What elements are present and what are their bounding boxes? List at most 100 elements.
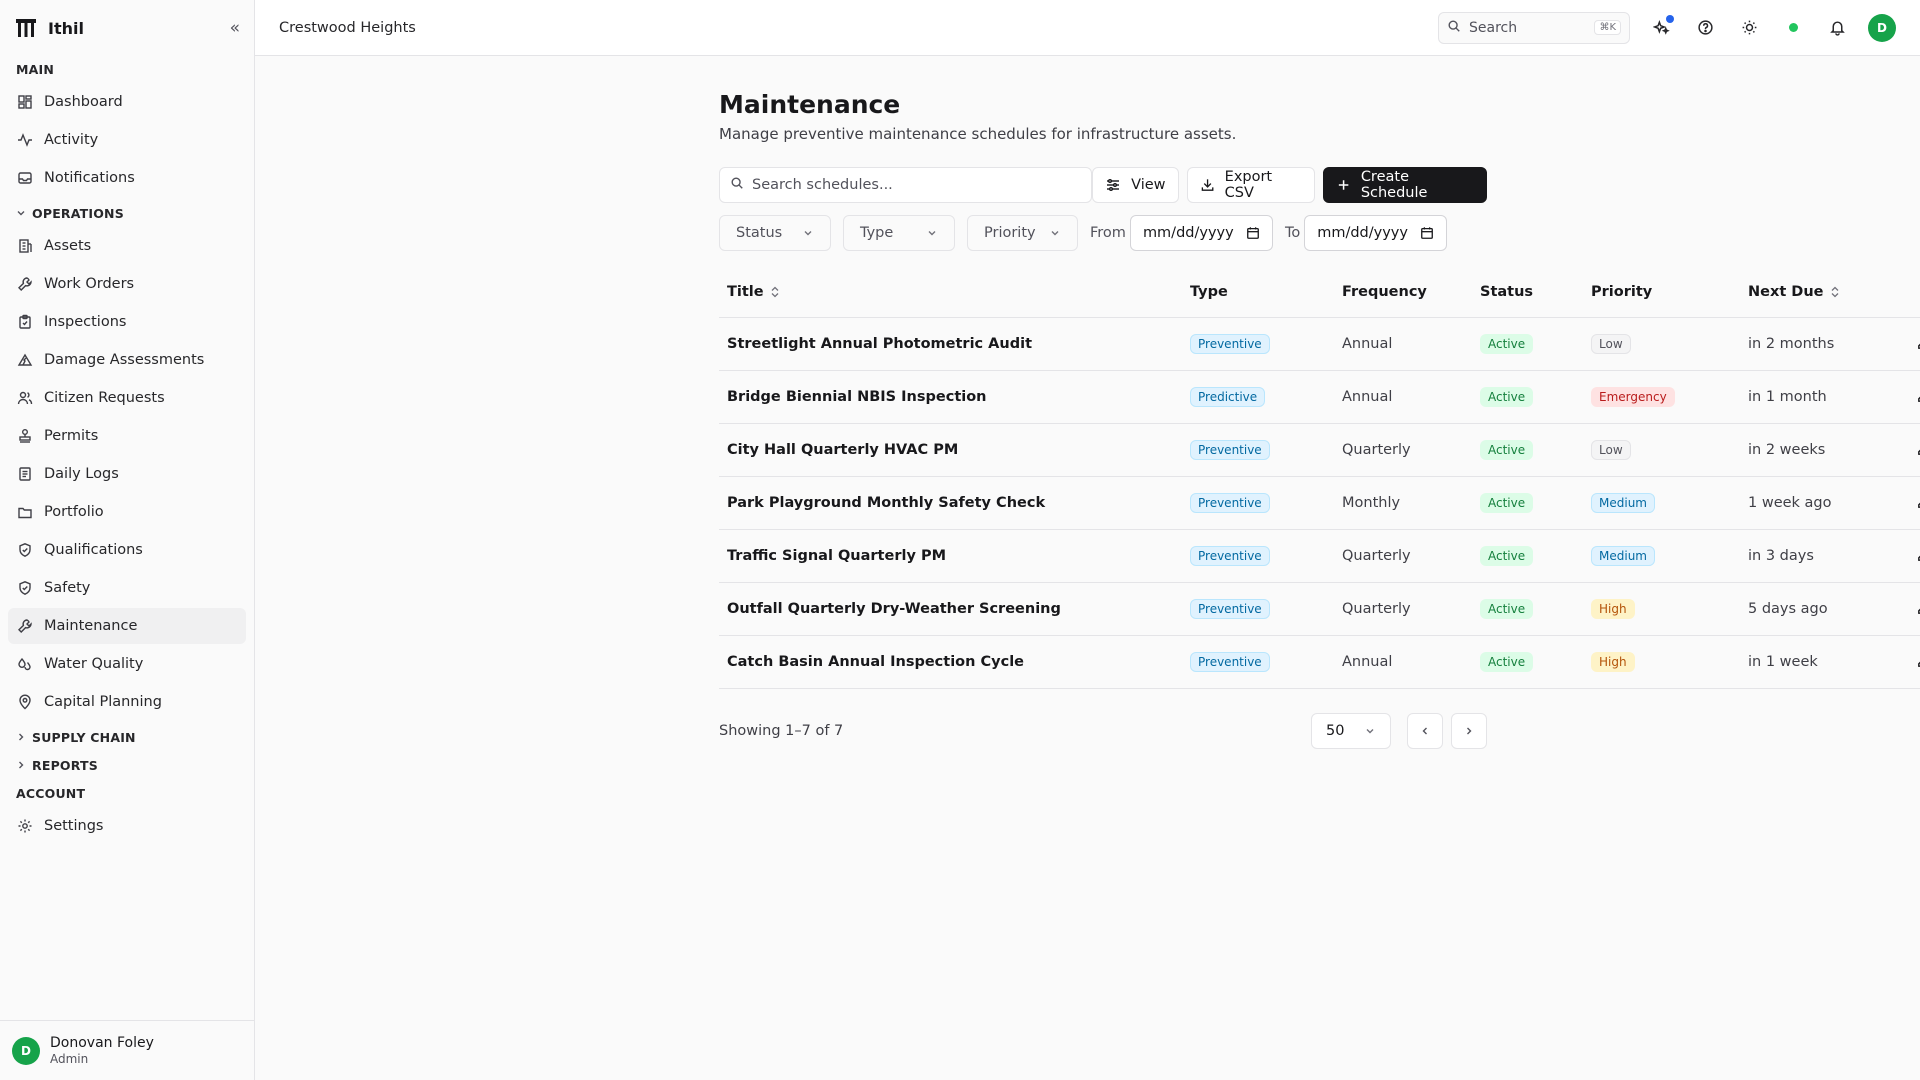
type-badge: Preventive [1190,651,1270,672]
table-row[interactable]: Park Playground Monthly Safety Check Pre… [719,476,1920,530]
sidebar-item-notifications[interactable]: Notifications [8,160,246,196]
sidebar-item-label: Work Orders [44,276,135,292]
row-frequency: Annual [1334,317,1472,371]
section-supply-chain-toggle[interactable]: SUPPLY CHAIN [8,724,246,750]
priority-filter[interactable]: Priority [967,215,1078,251]
main-area: Crestwood Heights Search ⌘K D Maintenanc… [255,0,1920,1080]
row-frequency: Monthly [1334,476,1472,530]
table-row[interactable]: Catch Basin Annual Inspection Cycle Prev… [719,635,1920,689]
sidebar-item-label: Assets [44,238,92,254]
sidebar-item-work-orders[interactable]: Work Orders [8,266,246,302]
table-row[interactable]: Streetlight Annual Photometric Audit Pre… [719,317,1920,371]
global-search[interactable]: Search ⌘K [1438,11,1630,44]
sidebar-item-label: Inspections [44,314,127,330]
chevron-down-icon [926,227,938,239]
table-row[interactable]: Outfall Quarterly Dry-Weather Screening … [719,582,1920,636]
row-title[interactable]: Bridge Biennial NBIS Inspection [719,370,1182,424]
bell-icon[interactable] [1824,15,1850,41]
row-title[interactable]: Traffic Signal Quarterly PM [719,529,1182,583]
sidebar-item-inspections[interactable]: Inspections [8,304,246,340]
status-badge: Active [1480,651,1534,672]
showing-count: Showing 1–7 of 7 [719,722,844,739]
view-button[interactable]: View [1092,167,1179,203]
row-next-due: in 2 weeks [1740,423,1895,477]
section-operations-toggle[interactable]: OPERATIONS [8,200,246,226]
section-operations-label: OPERATIONS [32,205,124,221]
edit-pencil-icon[interactable] [1911,597,1920,621]
status-filter-label: Status [736,225,783,241]
sidebar-item-maintenance[interactable]: Maintenance [8,608,246,644]
edit-pencil-icon[interactable] [1911,544,1920,568]
sort-icon [770,286,780,298]
per-page-select[interactable]: 50 [1311,712,1391,749]
section-main-label: MAIN [16,61,55,77]
row-next-due: in 2 months [1740,317,1895,371]
sidebar-item-assets[interactable]: Assets [8,228,246,264]
type-badge: Preventive [1190,439,1270,460]
ai-sparkles-icon[interactable] [1648,14,1674,41]
status-badge: Active [1480,598,1534,619]
download-icon [1201,179,1213,191]
type-badge: Preventive [1190,333,1270,354]
status-badge: Active [1480,333,1534,354]
type-filter[interactable]: Type [843,215,955,251]
sidebar-item-activity[interactable]: Activity [8,122,246,158]
sidebar-item-permits[interactable]: Permits [8,418,246,454]
row-title[interactable]: Park Playground Monthly Safety Check [719,476,1182,530]
row-frequency: Quarterly [1334,529,1472,583]
sidebar-item-label: Maintenance [44,618,138,634]
export-csv-button[interactable]: Export CSV [1186,167,1315,203]
column-next-due-header[interactable]: Next Due [1740,267,1895,318]
sun-icon[interactable] [1736,15,1762,41]
sidebar-item-capital-planning[interactable]: Capital Planning [8,684,246,720]
table-row[interactable]: City Hall Quarterly HVAC PM Preventive Q… [719,423,1920,477]
edit-pencil-icon[interactable] [1911,650,1920,674]
type-badge: Preventive [1190,492,1270,513]
sidebar-item-damage-assessments[interactable]: Damage Assessments [8,342,246,378]
section-reports-toggle[interactable]: REPORTS [8,752,246,778]
collapse-sidebar-icon[interactable]: « [230,18,240,38]
sidebar-item-qualifications[interactable]: Qualifications [8,532,246,568]
status-badge: Active [1480,386,1534,407]
edit-pencil-icon[interactable] [1911,332,1920,356]
row-next-due: 1 week ago [1740,476,1895,530]
sidebar-item-safety[interactable]: Safety [8,570,246,606]
sidebar-item-settings[interactable]: Settings [8,808,246,844]
search-input[interactable] [752,177,1082,193]
sidebar-item-water-quality[interactable]: Water Quality [8,646,246,682]
from-date-input[interactable]: mm/dd/yyyy [1129,215,1273,251]
sidebar-item-dashboard[interactable]: Dashboard [8,84,246,120]
sidebar-item-citizen-requests[interactable]: Citizen Requests [8,380,246,416]
search-icon [730,176,744,194]
user-avatar-button[interactable]: D [1868,13,1896,42]
row-next-due: 5 days ago [1740,582,1895,636]
edit-pencil-icon[interactable] [1911,385,1920,409]
next-page-button[interactable] [1451,712,1487,749]
row-title[interactable]: Catch Basin Annual Inspection Cycle [719,635,1182,689]
column-actions-header [1895,267,1920,318]
row-title[interactable]: City Hall Quarterly HVAC PM [719,423,1182,477]
help-icon[interactable] [1692,15,1718,41]
shield-icon [16,579,34,597]
schedule-search [719,167,1093,203]
row-title[interactable]: Streetlight Annual Photometric Audit [719,317,1182,371]
type-filter-label: Type [860,225,894,241]
edit-pencil-icon[interactable] [1911,491,1920,515]
status-filter[interactable]: Status [719,215,831,251]
row-title[interactable]: Outfall Quarterly Dry-Weather Screening [719,582,1182,636]
sidebar-item-daily-logs[interactable]: Daily Logs [8,456,246,492]
create-schedule-button[interactable]: Create Schedule [1322,167,1487,203]
column-title-header[interactable]: Title [719,267,1182,318]
edit-pencil-icon[interactable] [1911,438,1920,462]
column-priority-header: Priority [1583,267,1740,318]
table-row[interactable]: Traffic Signal Quarterly PM Preventive Q… [719,529,1920,583]
sidebar-item-portfolio[interactable]: Portfolio [8,494,246,530]
pagination: 50 [1311,712,1487,749]
per-page-value: 50 [1326,722,1345,739]
stamp-icon [16,427,34,445]
previous-page-button[interactable] [1407,712,1443,749]
user-profile[interactable]: D Donovan Foley Admin [0,1020,254,1080]
to-date-input[interactable]: mm/dd/yyyy [1304,215,1448,251]
chevron-down-icon [16,208,30,218]
table-row[interactable]: Bridge Biennial NBIS Inspection Predicti… [719,370,1920,424]
